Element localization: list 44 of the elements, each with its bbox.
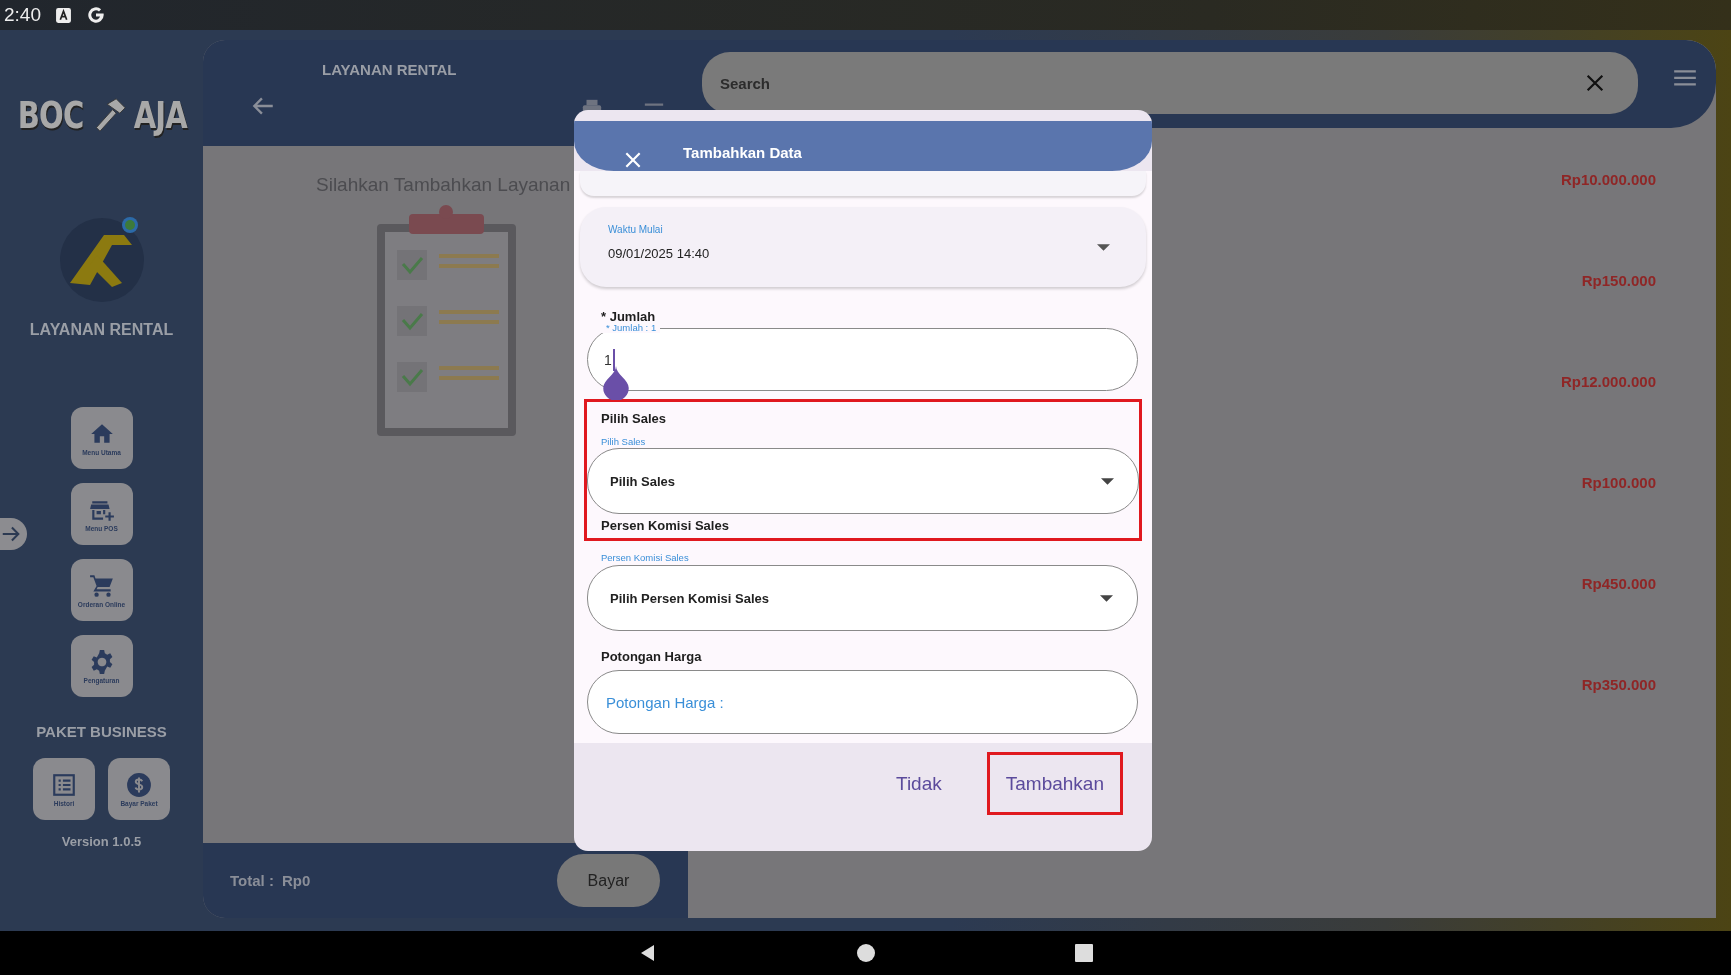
logo-text: BOC	[17, 93, 83, 137]
commission-dropdown[interactable]: Pilih Persen Komisi Sales	[587, 565, 1138, 631]
keyboard-notification-icon	[55, 6, 72, 24]
list-icon	[51, 771, 77, 798]
version-text: Version 1.0.5	[61, 834, 142, 849]
panel-title: LAYANAN RENTAL	[322, 61, 458, 78]
field-label: Persen Komisi Sales	[601, 552, 690, 563]
selection-handle-icon[interactable]	[601, 366, 631, 400]
total-label: Total :	[230, 872, 274, 889]
discount-field[interactable]: Potongan Harga :	[587, 670, 1138, 734]
cart-icon	[88, 572, 115, 599]
total-value: Rp0	[281, 872, 311, 889]
home-button-icon[interactable]	[855, 943, 876, 963]
field-heading: * Jumlah	[601, 309, 657, 324]
pay-button[interactable]: Bayar	[557, 854, 660, 907]
cancel-button[interactable]: Tidak	[877, 752, 961, 815]
logo-text: AJA	[133, 93, 187, 137]
field-heading: Potongan Harga	[601, 649, 703, 664]
field-heading: Pilih Sales	[601, 411, 668, 426]
price-text: Rp450.000	[1581, 575, 1656, 592]
price-text: Rp100.000	[1581, 474, 1656, 491]
google-icon	[86, 5, 106, 25]
price-text: Rp12.000.000	[1560, 373, 1656, 390]
caret-icon	[1100, 595, 1113, 602]
dollar-icon	[126, 771, 152, 798]
price-text: Rp150.000	[1581, 272, 1656, 289]
app-name: LAYANAN RENTAL	[29, 321, 174, 339]
recents-icon[interactable]	[1073, 943, 1094, 963]
text-cursor	[612, 348, 615, 371]
package-title: PAKET BUSINESS	[36, 723, 167, 740]
field-heading: Persen Komisi Sales	[601, 518, 730, 533]
search-field[interactable]: Search	[702, 52, 1638, 114]
close-icon[interactable]	[1584, 72, 1606, 94]
status-time: 2:40	[4, 4, 41, 26]
price-text: Rp10.000.000	[1560, 171, 1656, 188]
sales-dropdown[interactable]: Pilih Sales	[587, 448, 1139, 514]
add-button[interactable]: Tambahkan	[986, 752, 1123, 815]
caret-icon	[1097, 244, 1110, 251]
dialog-title: Tambahkan Data	[683, 144, 802, 161]
close-icon[interactable]	[623, 150, 643, 170]
caret-icon	[1101, 478, 1114, 485]
price-text: Rp350.000	[1581, 676, 1656, 693]
field-label: Pilih Sales	[601, 436, 647, 447]
start-time-dropdown[interactable]: Waktu Mulai 09/01/2025 14:40	[580, 207, 1146, 287]
